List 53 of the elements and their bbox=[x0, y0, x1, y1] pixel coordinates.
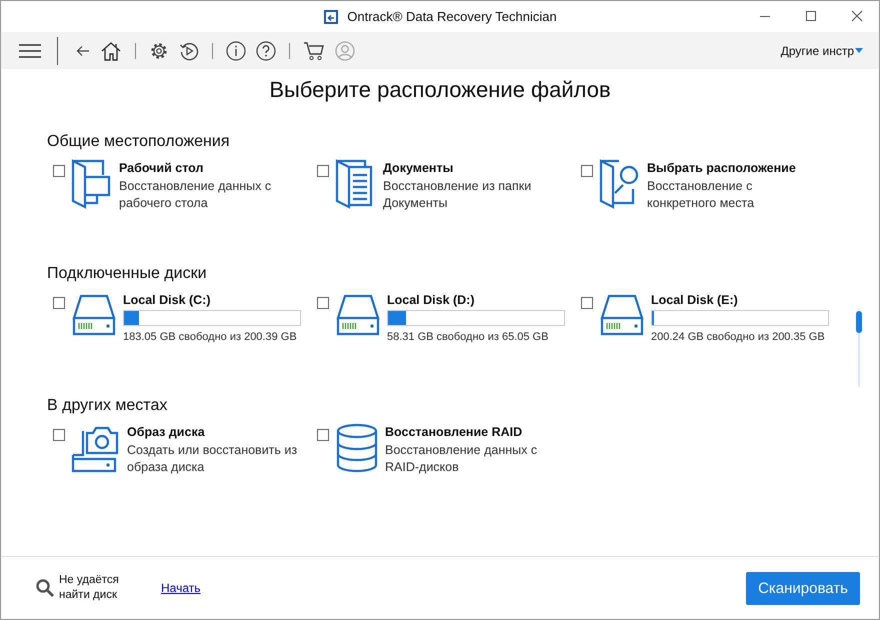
section-title: В других местах bbox=[47, 397, 168, 415]
location-name[interactable]: Local Disk (E:) bbox=[651, 293, 851, 307]
location-name[interactable]: Восстановление RAID bbox=[385, 425, 557, 439]
location-description: Создать или восстановить из образа диска bbox=[127, 442, 298, 476]
location-description: 200.24 GB свободно из 200.35 GB bbox=[651, 330, 826, 345]
maximize-icon[interactable] bbox=[805, 10, 817, 22]
window-title: Ontrack® Data Recovery Technician bbox=[347, 9, 557, 24]
hard-drive-icon bbox=[335, 294, 381, 336]
desktop-folder-icon bbox=[71, 159, 113, 209]
location-name[interactable]: Образ диска bbox=[127, 425, 299, 439]
checkbox[interactable] bbox=[53, 429, 65, 441]
checkbox[interactable] bbox=[317, 429, 329, 441]
scrollbar[interactable] bbox=[856, 311, 862, 387]
help-icon[interactable] bbox=[256, 40, 276, 60]
close-icon[interactable] bbox=[851, 10, 863, 22]
start-link[interactable]: Начать bbox=[161, 581, 200, 595]
location-description: Восстановление данных с рабочего стола bbox=[119, 178, 272, 212]
hint-text: Не удаётся найти диск bbox=[59, 573, 120, 603]
location-name[interactable]: Документы bbox=[383, 161, 555, 175]
history-play-icon[interactable] bbox=[179, 40, 199, 60]
database-icon bbox=[335, 423, 379, 473]
dropdown-caret-icon bbox=[855, 48, 863, 53]
location-description: 183.05 GB свободно из 200.39 GB bbox=[123, 330, 298, 345]
settings-icon[interactable] bbox=[149, 40, 169, 60]
page-heading: Выберите расположение файлов bbox=[268, 77, 612, 103]
info-icon[interactable] bbox=[226, 40, 246, 60]
section-title: Общие местоположения bbox=[47, 133, 230, 151]
checkbox[interactable] bbox=[53, 165, 65, 177]
back-icon[interactable] bbox=[76, 44, 90, 56]
location-description: Восстановление данных с RAID-дисков bbox=[385, 442, 538, 476]
location-description: Восстановление из папки Документы bbox=[383, 178, 532, 212]
location-name[interactable]: Выбрать расположение bbox=[647, 161, 819, 175]
scan-button[interactable]: Сканировать bbox=[746, 572, 860, 604]
checkbox[interactable] bbox=[581, 165, 593, 177]
location-name[interactable]: Local Disk (C:) bbox=[123, 293, 323, 307]
hard-drive-icon bbox=[71, 294, 117, 336]
menu-icon[interactable] bbox=[19, 44, 41, 58]
checkbox[interactable] bbox=[53, 297, 65, 309]
location-name[interactable]: Local Disk (D:) bbox=[387, 293, 587, 307]
checkbox[interactable] bbox=[581, 297, 593, 309]
location-name[interactable]: Рабочий стол bbox=[119, 161, 291, 175]
checkbox[interactable] bbox=[317, 165, 329, 177]
folder-search-icon bbox=[599, 159, 641, 209]
search-icon bbox=[35, 578, 55, 598]
tools-dropdown[interactable]: Другие инстр bbox=[780, 44, 863, 58]
hard-drive-icon bbox=[599, 294, 645, 336]
location-description: Восстановление с конкретного места bbox=[647, 178, 756, 212]
checkbox[interactable] bbox=[317, 297, 329, 309]
cart-icon[interactable] bbox=[303, 40, 325, 60]
location-description: 58.31 GB свободно из 65.05 GB bbox=[387, 330, 550, 345]
app-logo-icon bbox=[323, 8, 340, 24]
section-title: Подключенные диски bbox=[47, 265, 208, 283]
home-icon[interactable] bbox=[100, 40, 122, 60]
